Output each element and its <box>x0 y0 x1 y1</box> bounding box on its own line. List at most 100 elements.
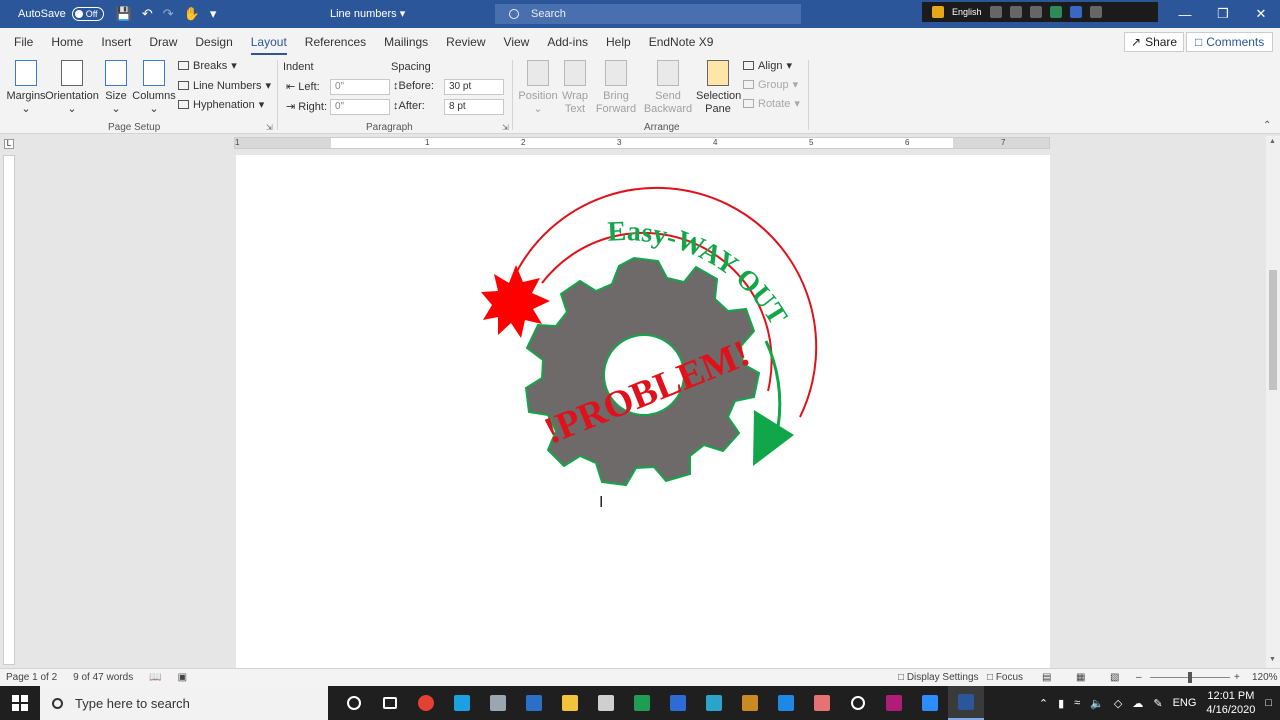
zoom-app-icon[interactable] <box>912 686 948 720</box>
tab-endnote-x9[interactable]: EndNote X9 <box>649 35 714 49</box>
app-icon[interactable] <box>840 686 876 720</box>
spacing-before-input[interactable]: 30 pt <box>444 79 504 95</box>
search-box[interactable]: Search <box>495 4 801 24</box>
minimize-icon[interactable]: — <box>1166 0 1204 28</box>
cloud-icon[interactable]: ☁ <box>1132 697 1143 710</box>
language-indicator[interactable]: ENG <box>1173 697 1197 709</box>
macro-icon[interactable]: ▣ <box>178 672 187 683</box>
redo-icon[interactable]: ↷ <box>163 6 174 22</box>
tab-file[interactable]: File <box>14 35 33 49</box>
tab-draw[interactable]: Draw <box>149 35 177 49</box>
word-icon[interactable] <box>948 686 984 720</box>
volume-icon[interactable]: 🔈 <box>1090 697 1104 710</box>
zoom-in-icon[interactable]: + <box>1234 672 1240 683</box>
battery-icon[interactable]: ▮ <box>1058 697 1064 710</box>
display-settings-button[interactable]: □ Display Settings <box>898 672 979 683</box>
tab-design[interactable]: Design <box>195 35 232 49</box>
share-button[interactable]: ↗ Share <box>1124 32 1185 52</box>
indent-right-input[interactable]: 0" <box>330 99 390 115</box>
restore-icon[interactable]: ❐ <box>1204 0 1242 28</box>
app-icon[interactable] <box>444 686 480 720</box>
app-icon[interactable] <box>768 686 804 720</box>
tools-icon[interactable] <box>1009 6 1022 18</box>
spacing-after-input[interactable]: 8 pt <box>444 99 504 115</box>
file-explorer-icon[interactable] <box>552 686 588 720</box>
proofing-icon[interactable]: 📖 <box>149 672 161 683</box>
tab-view[interactable]: View <box>504 35 530 49</box>
group-button[interactable]: Group ▾ <box>743 78 798 91</box>
web-layout-icon[interactable]: ▧ <box>1110 672 1119 683</box>
cortana-icon[interactable] <box>336 686 372 720</box>
customize-qat-icon[interactable]: ▾ <box>210 6 217 22</box>
rotate-button[interactable]: Rotate ▾ <box>743 97 800 110</box>
scroll-thumb[interactable] <box>1269 270 1277 390</box>
print-layout-icon[interactable]: ▦ <box>1076 672 1085 683</box>
margins-button[interactable]: Margins ⌄ <box>6 60 46 116</box>
tab-add-ins[interactable]: Add-ins <box>547 35 588 49</box>
collapse-ribbon-icon[interactable]: ⌃ <box>1263 120 1271 131</box>
page-setup-launcher-icon[interactable]: ⇲ <box>266 123 273 132</box>
orientation-button[interactable]: Orientation ⌄ <box>45 60 99 116</box>
horizontal-ruler[interactable]: 1 1 2 3 4 5 6 7 <box>234 137 1050 149</box>
scroll-down-icon[interactable]: ▼ <box>1269 656 1276 663</box>
chevron-up-icon[interactable]: ⌃ <box>1039 697 1048 710</box>
document-title[interactable]: Line numbers ▾ <box>330 7 405 20</box>
scroll-up-icon[interactable]: ▲ <box>1269 138 1276 145</box>
app-icon[interactable] <box>516 686 552 720</box>
wrap-text-button[interactable]: Wrap Text <box>558 60 592 116</box>
tab-layout[interactable]: Layout <box>250 35 287 55</box>
columns-button[interactable]: Columns ⌄ <box>132 60 176 116</box>
notifications-icon[interactable]: □ <box>1265 697 1272 709</box>
language-label[interactable]: English <box>952 7 982 17</box>
vertical-ruler[interactable] <box>3 155 15 665</box>
easy-way-out-logo[interactable]: Easy-WAY OUT !PROBLEM! <box>236 155 1050 670</box>
align-button[interactable]: Align ▾ <box>743 59 792 72</box>
autosave-toggle[interactable]: Off <box>71 7 104 21</box>
word-count[interactable]: 9 of 47 words <box>73 672 133 683</box>
read-mode-icon[interactable]: ▤ <box>1042 672 1051 683</box>
app-icon[interactable] <box>624 686 660 720</box>
bring-forward-button[interactable]: Bring Forward <box>592 60 640 116</box>
dropbox-icon[interactable]: ◇ <box>1114 697 1122 710</box>
tab-review[interactable]: Review <box>446 35 485 49</box>
send-backward-button[interactable]: Send Backward <box>640 60 696 116</box>
mail-icon[interactable] <box>660 686 696 720</box>
app-icon[interactable] <box>932 6 944 18</box>
help-icon[interactable] <box>1069 6 1082 18</box>
tab-selector[interactable]: L <box>4 139 14 149</box>
vertical-scrollbar[interactable]: ▲ ▼ <box>1266 136 1280 668</box>
tab-home[interactable]: Home <box>51 35 83 49</box>
app-icon[interactable] <box>804 686 840 720</box>
app-icon[interactable] <box>696 686 732 720</box>
chrome-icon[interactable] <box>408 686 444 720</box>
zoom-slider-thumb[interactable] <box>1188 672 1192 683</box>
comments-button[interactable]: □ Comments <box>1186 32 1274 52</box>
gear-icon[interactable] <box>1029 6 1042 18</box>
tab-insert[interactable]: Insert <box>101 35 131 49</box>
hyphenation-button[interactable]: Hyphenation ▾ <box>178 98 264 111</box>
pen-icon[interactable]: ✎ <box>1153 697 1162 710</box>
breaks-button[interactable]: Breaks ▾ <box>178 59 237 72</box>
undo-icon[interactable]: ↶ <box>142 6 153 22</box>
zoom-out-icon[interactable]: – <box>1136 672 1142 683</box>
taskbar-search[interactable]: Type here to search <box>40 686 328 720</box>
task-view-icon[interactable] <box>372 686 408 720</box>
app-icon[interactable] <box>480 686 516 720</box>
position-button[interactable]: Position ⌄ <box>518 60 558 116</box>
document-page[interactable]: Easy-WAY OUT !PROBLEM! <box>236 155 1050 670</box>
app-icon[interactable] <box>876 686 912 720</box>
touch-mode-icon[interactable]: ✋ <box>184 6 200 22</box>
selection-pane-button[interactable]: Selection Pane <box>696 60 741 116</box>
paragraph-launcher-icon[interactable]: ⇲ <box>502 123 509 132</box>
wifi-icon[interactable]: ≈ <box>1074 697 1080 709</box>
autosave-control[interactable]: AutoSave Off <box>18 7 104 21</box>
clock[interactable]: 12:01 PM 4/16/2020 <box>1206 689 1255 717</box>
size-button[interactable]: Size ⌄ <box>104 60 128 116</box>
edge-icon[interactable] <box>1049 6 1062 18</box>
save-icon[interactable]: 💾 <box>116 6 132 22</box>
tab-references[interactable]: References <box>305 35 366 49</box>
tab-mailings[interactable]: Mailings <box>384 35 428 49</box>
app-icon[interactable] <box>732 686 768 720</box>
page-count[interactable]: Page 1 of 2 <box>6 672 57 683</box>
keyboard-icon[interactable] <box>989 6 1002 18</box>
